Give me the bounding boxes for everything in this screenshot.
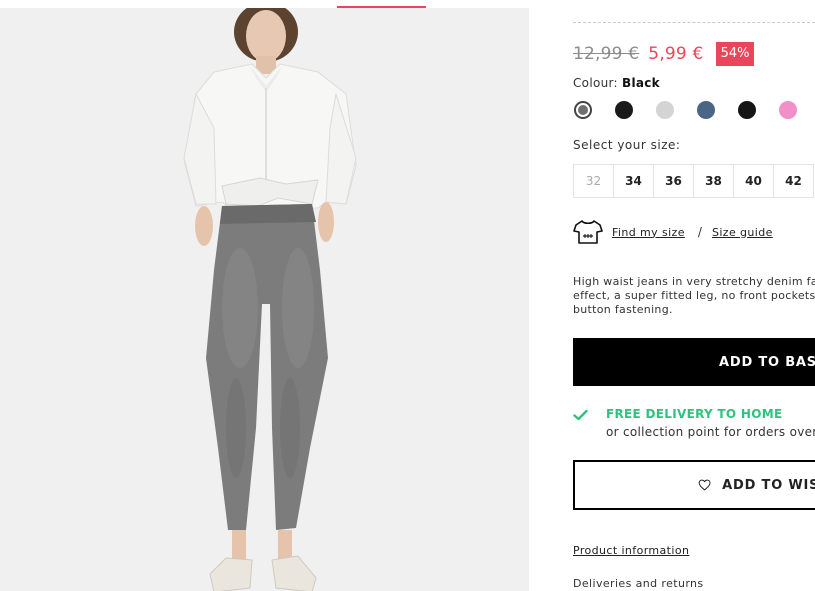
check-icon xyxy=(573,409,588,421)
heart-icon xyxy=(698,479,711,491)
add-to-basket-button[interactable]: ADD TO BASK xyxy=(573,338,815,386)
add-to-wishlist-label: ADD TO WISH xyxy=(722,477,815,493)
product-photo-illustration xyxy=(0,8,529,591)
swatch-dot xyxy=(578,105,588,115)
swatch-light-grey[interactable] xyxy=(656,101,674,119)
swatch-black-2[interactable] xyxy=(738,101,756,119)
size-option-40[interactable]: 40 xyxy=(733,164,774,198)
product-description: High waist jeans in very stretchy denim … xyxy=(573,275,815,317)
separator: / xyxy=(697,225,702,239)
old-price: 12,99 € xyxy=(573,44,640,64)
size-help-row: Find my size / Size guide xyxy=(573,219,773,245)
add-to-basket-label: ADD TO BASK xyxy=(719,354,815,370)
description-line: High waist jeans in very stretchy denim … xyxy=(573,275,815,288)
size-option-32[interactable]: 32 xyxy=(573,164,614,198)
sale-price: 5,99 € xyxy=(648,44,704,64)
size-option-42[interactable]: 42 xyxy=(773,164,814,198)
colour-label: Colour: Black xyxy=(573,76,660,90)
price-row: 12,99 € 5,99 € 54% xyxy=(573,42,755,66)
add-to-wishlist-button[interactable]: ADD TO WISH xyxy=(573,460,815,510)
discount-badge: 54% xyxy=(715,42,755,66)
deliveries-returns-link[interactable]: Deliveries and returns xyxy=(573,577,704,590)
swatch-blue-denim[interactable] xyxy=(697,101,715,119)
size-label: Select your size: xyxy=(573,138,681,152)
description-line: button fastening. xyxy=(573,303,673,316)
description-line: effect, a super fitted leg, no front poc… xyxy=(573,289,815,302)
collection-point-text: or collection point for orders over xyxy=(606,425,815,439)
swatch-pink[interactable] xyxy=(779,101,797,119)
find-my-size-link[interactable]: Find my size xyxy=(612,226,685,239)
size-option-38[interactable]: 38 xyxy=(693,164,734,198)
colour-value: Black xyxy=(622,76,660,90)
product-information-link[interactable]: Product information xyxy=(573,544,689,557)
size-option-36[interactable]: 36 xyxy=(653,164,694,198)
size-guide-link[interactable]: Size guide xyxy=(712,226,773,239)
divider xyxy=(573,22,815,23)
free-delivery-text: FREE DELIVERY TO HOME xyxy=(606,407,783,421)
t-shirt-icon xyxy=(573,220,603,244)
size-selector: 32 34 36 38 40 42 xyxy=(573,164,814,198)
swatch-black[interactable] xyxy=(615,101,633,119)
product-photo[interactable] xyxy=(0,8,529,591)
colour-label-text: Colour: xyxy=(573,76,618,90)
swatch-grey-acid-wash[interactable] xyxy=(574,101,592,119)
size-option-34[interactable]: 34 xyxy=(613,164,654,198)
